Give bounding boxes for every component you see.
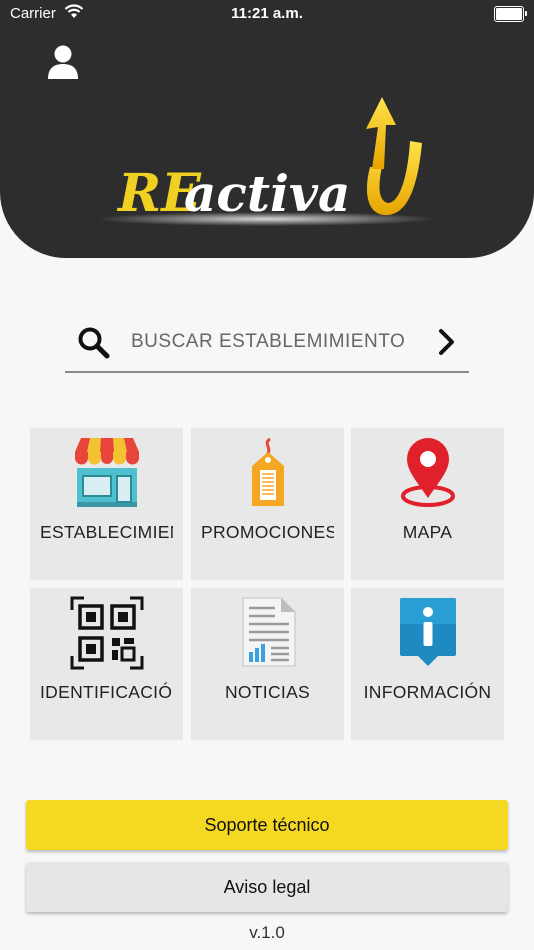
battery-icon xyxy=(494,6,527,22)
status-bar: Carrier 11:21 a.m. xyxy=(0,0,534,28)
tile-label: ESTABLECIMIENTOS xyxy=(40,522,173,542)
tile-mapa[interactable]: MAPA xyxy=(351,428,504,580)
svg-text:activa: activa xyxy=(184,164,350,223)
tile-label: PROMOCIONES xyxy=(201,522,334,542)
map-pin-icon xyxy=(400,438,455,507)
store-icon xyxy=(74,438,139,507)
tile-label: IDENTIFICACIÓN xyxy=(40,682,173,702)
price-tag-icon xyxy=(251,437,284,506)
tile-informacion[interactable]: INFORMACIÓN xyxy=(351,588,504,740)
info-icon xyxy=(399,598,456,666)
tile-promociones[interactable]: PROMOCIONES xyxy=(191,428,344,580)
search-icon xyxy=(78,327,110,359)
tile-establecimientos[interactable]: ESTABLECIMIENTOS xyxy=(30,428,183,580)
search-input[interactable] xyxy=(129,326,423,358)
tile-label: NOTICIAS xyxy=(224,682,311,702)
support-button[interactable]: Soporte técnico xyxy=(26,800,508,850)
clock: 11:21 a.m. xyxy=(231,5,303,22)
app-header: Carrier 11:21 a.m. RE activa xyxy=(0,0,534,258)
legal-notice-button[interactable]: Aviso legal xyxy=(26,862,508,912)
reactiva-logo: RE activa xyxy=(96,95,436,230)
tile-label: INFORMACIÓN xyxy=(363,682,492,702)
chevron-right-icon[interactable] xyxy=(437,328,457,356)
tile-identificacion[interactable]: IDENTIFICACIÓN xyxy=(30,588,183,740)
tile-noticias[interactable]: NOTICIAS xyxy=(191,588,344,740)
news-document-icon xyxy=(241,597,296,667)
search-bar xyxy=(65,318,469,373)
tile-label: MAPA xyxy=(402,522,453,542)
qr-code-icon xyxy=(70,596,143,670)
user-icon[interactable] xyxy=(47,44,79,80)
version-label: v.1.0 xyxy=(249,923,285,942)
